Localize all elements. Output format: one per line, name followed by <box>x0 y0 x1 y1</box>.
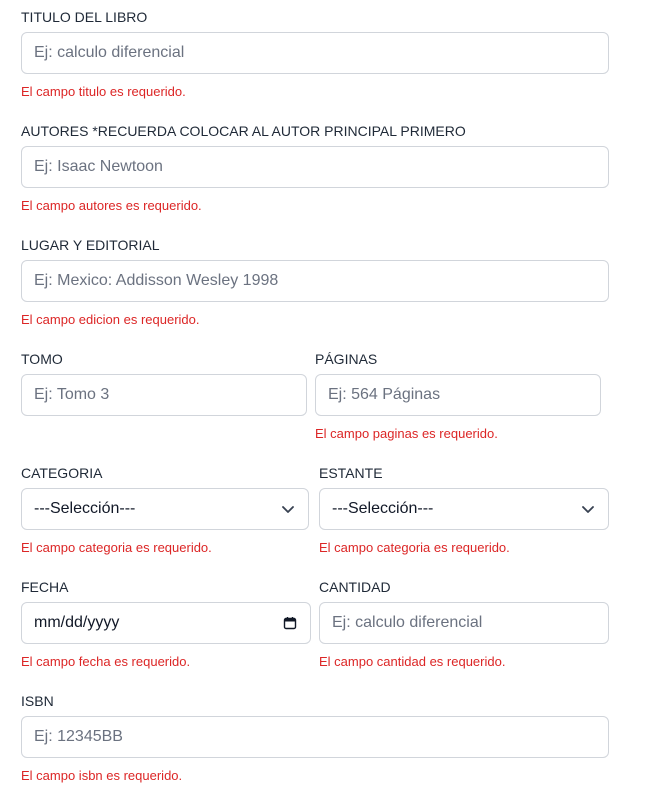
tomo-label: TOMO <box>21 351 63 367</box>
autores-label: AUTORES *RECUERDA COLOCAR AL AUTOR PRINC… <box>21 123 466 139</box>
isbn-error: El campo isbn es requerido. <box>21 768 183 783</box>
fecha-input[interactable]: mm/dd/yyyy <box>21 602 311 644</box>
fecha-label: FECHA <box>21 579 69 595</box>
titulo-label: TITULO DEL LIBRO <box>21 9 148 25</box>
estante-select[interactable]: ---Selección--- <box>319 488 609 530</box>
categoria-label: CATEGORIA <box>21 465 103 481</box>
categoria-select[interactable]: ---Selección--- <box>21 488 309 530</box>
chevron-down-icon <box>580 501 596 517</box>
chevron-down-icon <box>280 501 296 517</box>
estante-label: ESTANTE <box>319 465 383 481</box>
autores-error: El campo autores es requerido. <box>21 198 202 213</box>
paginas-label: PÁGINAS <box>315 351 378 367</box>
paginas-error: El campo paginas es requerido. <box>315 426 498 441</box>
paginas-input[interactable]: Ej: 564 Páginas <box>315 374 601 416</box>
editorial-error: El campo edicion es requerido. <box>21 312 200 327</box>
isbn-input[interactable]: Ej: 12345BB <box>21 716 609 758</box>
estante-selected-value: ---Selección--- <box>332 500 434 517</box>
estante-error: El campo categoria es requerido. <box>319 540 510 555</box>
cantidad-error: El campo cantidad es requerido. <box>319 654 506 669</box>
editorial-input[interactable]: Ej: Mexico: Addisson Wesley 1998 <box>21 260 609 302</box>
titulo-input[interactable]: Ej: calculo diferencial <box>21 32 609 74</box>
calendar-icon[interactable] <box>282 615 298 631</box>
categoria-selected-value: ---Selección--- <box>34 500 136 517</box>
categoria-error: El campo categoria es requerido. <box>21 540 212 555</box>
autores-input[interactable]: Ej: Isaac Newtoon <box>21 146 609 188</box>
tomo-input[interactable]: Ej: Tomo 3 <box>21 374 307 416</box>
fecha-value: mm/dd/yyyy <box>34 614 120 631</box>
cantidad-input[interactable]: Ej: calculo diferencial <box>319 602 609 644</box>
titulo-error: El campo titulo es requerido. <box>21 84 186 99</box>
cantidad-label: CANTIDAD <box>319 579 391 595</box>
isbn-label: ISBN <box>21 693 54 709</box>
editorial-label: LUGAR Y EDITORIAL <box>21 237 160 253</box>
fecha-error: El campo fecha es requerido. <box>21 654 191 669</box>
